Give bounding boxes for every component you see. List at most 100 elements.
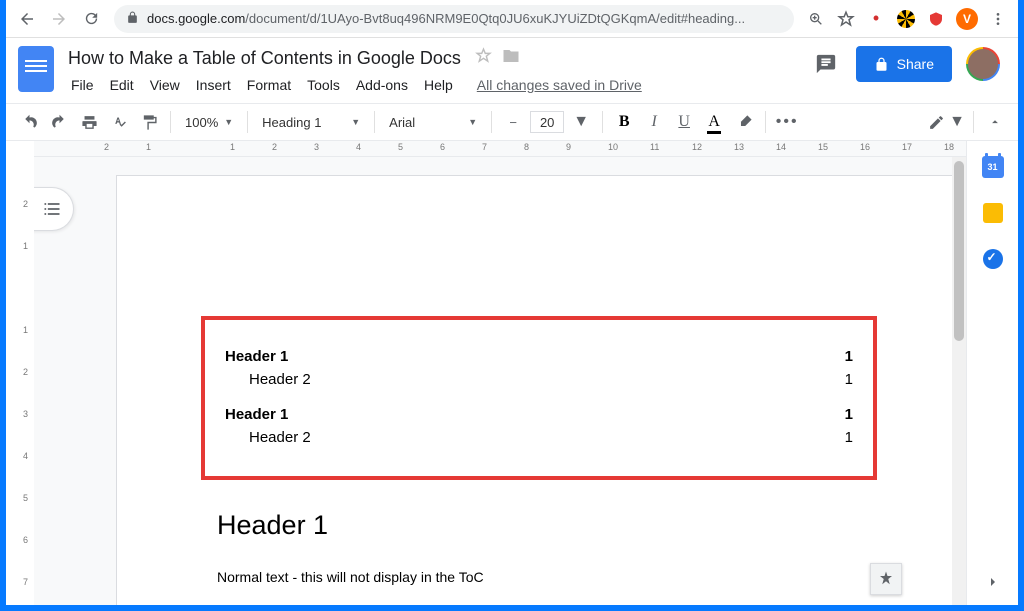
toc-row[interactable]: Header 1 1 [225,348,853,365]
star-icon[interactable] [836,9,856,29]
reload-button[interactable] [76,4,106,34]
ruler-mark: 12 [692,142,702,152]
style-value: Heading 1 [262,115,321,130]
zoom-dropdown[interactable]: 100%▼ [179,115,239,130]
menu-view[interactable]: View [143,73,187,97]
ext-icon-3[interactable] [926,9,946,29]
save-status[interactable]: All changes saved in Drive [470,73,649,97]
doc-normal-text[interactable]: Normal text - this will not display in t… [217,569,857,585]
ruler-mark: 1 [146,142,151,152]
text-color-button[interactable]: A [701,109,727,135]
menu-format[interactable]: Format [240,73,298,97]
ruler-mark: 2 [6,367,28,377]
toc-row[interactable]: Header 21 [225,371,853,388]
editing-mode-button[interactable]: ▼ [928,109,965,135]
zoom-icon[interactable] [806,9,826,29]
highlight-button[interactable] [731,109,757,135]
forward-button[interactable] [44,4,74,34]
bold-button[interactable]: B [611,109,637,135]
ruler-mark: 3 [6,409,28,419]
chrome-toolbar: docs.google.com/document/d/1UAyo-Bvt8uq4… [6,0,1018,38]
ruler-mark: 13 [734,142,744,152]
doc-title[interactable]: How to Make a Table of Contents in Googl… [64,46,465,71]
ruler-mark: 3 [314,142,319,152]
ruler-mark: 15 [818,142,828,152]
url-path: /document/d/1UAyo-Bvt8uq496NRM9E0Qtq0JU6… [245,11,745,26]
menu-addons[interactable]: Add-ons [349,73,415,97]
ext-icon-1[interactable]: • [866,9,886,29]
ruler-mark: 6 [6,535,28,545]
more-toolbar-button[interactable]: ••• [774,109,800,135]
back-button[interactable] [12,4,42,34]
redo-button[interactable] [46,109,72,135]
fontsize-plus[interactable]: ▼ [568,109,594,135]
zoom-value: 100% [185,115,218,130]
collapse-toolbar-button[interactable] [982,109,1008,135]
share-label: Share [897,56,934,72]
explore-button[interactable] [870,563,902,595]
ruler-mark: 9 [566,142,571,152]
horizontal-ruler: 21123456789101112131415161718 [34,141,966,157]
ruler-mark: 16 [860,142,870,152]
toc-row[interactable]: Header 11 [225,406,853,423]
ruler-mark: 17 [902,142,912,152]
ruler-mark: 2 [104,142,109,152]
ruler-mark: 1 [6,325,28,335]
share-button[interactable]: Share [856,46,952,82]
ruler-mark: 10 [608,142,618,152]
ruler-mark: 7 [6,577,28,587]
docs-logo-icon[interactable] [18,46,54,92]
vertical-ruler: 2 1 1 2 3 4 5 6 7 [6,141,34,605]
chrome-menu-icon[interactable] [988,9,1008,29]
toc-page: 1 [845,348,853,365]
italic-button[interactable]: I [641,109,667,135]
ruler-mark: 8 [524,142,529,152]
account-avatar[interactable] [966,47,1000,81]
ruler-mark: 2 [6,199,28,209]
outline-toggle[interactable] [34,187,74,231]
calendar-icon[interactable]: 31 [981,155,1005,179]
ruler-mark: 18 [944,142,954,152]
ruler-mark: 11 [650,142,659,152]
underline-button[interactable]: U [671,109,697,135]
ruler-mark: 6 [440,142,445,152]
chrome-profile[interactable]: V [956,8,978,30]
toc-row[interactable]: Header 21 [225,429,853,446]
comments-icon[interactable] [810,48,842,80]
style-dropdown[interactable]: Heading 1▼ [256,115,366,130]
table-of-contents[interactable]: Header 11Header 21Header 11Header 21 [201,316,877,480]
keep-icon[interactable] [981,201,1005,225]
font-value: Arial [389,115,415,130]
font-dropdown[interactable]: Arial▼ [383,115,483,130]
star-doc-icon[interactable] [475,47,492,70]
menu-tools[interactable]: Tools [300,73,347,97]
addr-icons: • V [802,8,1012,30]
move-doc-icon[interactable] [502,47,520,70]
fontsize-input[interactable]: 20 [530,111,564,133]
tasks-icon[interactable] [981,247,1005,271]
undo-button[interactable] [16,109,42,135]
menu-insert[interactable]: Insert [189,73,238,97]
paint-format-button[interactable] [136,109,162,135]
toc-text: Header 1 [225,348,288,365]
print-button[interactable] [76,109,102,135]
ruler-mark: 1 [6,241,28,251]
menu-help[interactable]: Help [417,73,460,97]
ruler-mark: 4 [6,451,28,461]
menu-edit[interactable]: Edit [103,73,141,97]
menu-file[interactable]: File [64,73,101,97]
ruler-mark: 5 [6,493,28,503]
address-field[interactable]: docs.google.com/document/d/1UAyo-Bvt8uq4… [114,5,794,33]
vertical-scrollbar[interactable] [952,157,966,605]
spellcheck-button[interactable] [106,109,132,135]
toc-page: 1 [845,406,853,423]
toc-page: 1 [845,371,853,388]
doc-heading-1[interactable]: Header 1 [217,510,857,541]
ext-icon-2[interactable] [896,9,916,29]
share-lock-icon [874,57,889,72]
toc-page: 1 [845,429,853,446]
side-panel: 31 [966,141,1018,605]
document-page[interactable]: Header 11Header 21Header 11Header 21 Hea… [116,175,958,605]
side-panel-toggle[interactable] [967,565,1018,605]
fontsize-minus[interactable]: − [500,109,526,135]
